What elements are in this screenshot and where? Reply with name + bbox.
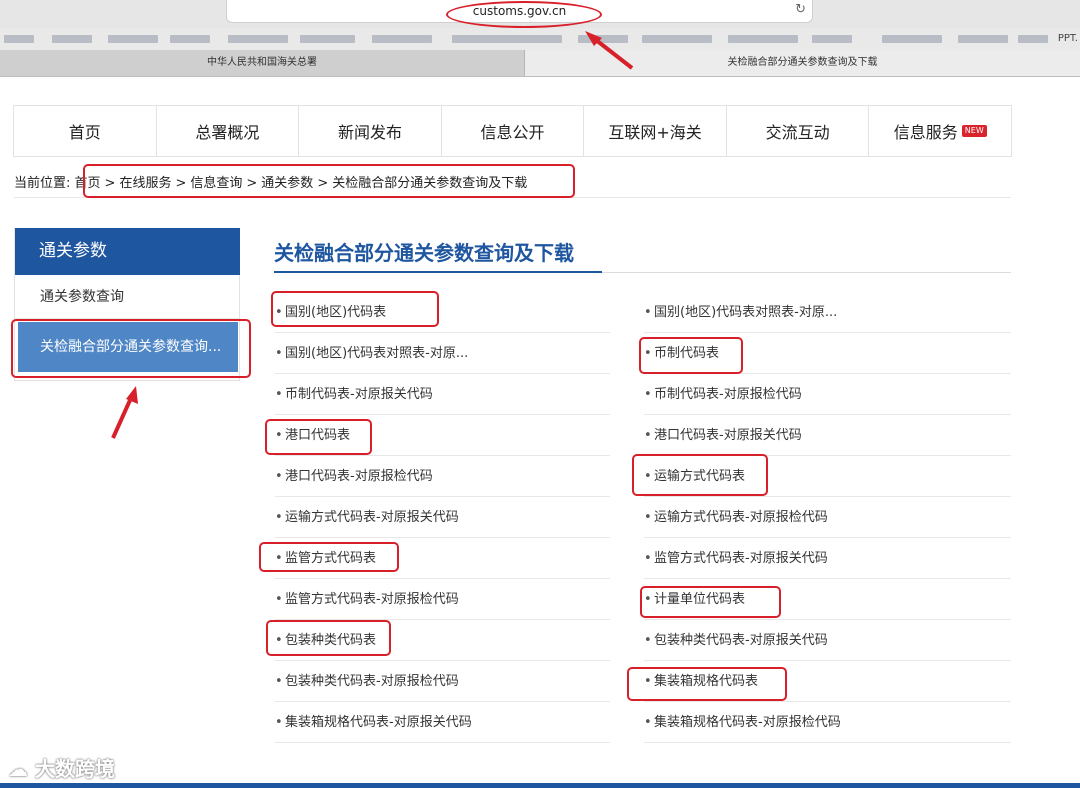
sidebar: 通关参数 通关参数查询 关检融合部分通关参数查询... (14, 228, 240, 381)
blurred-bookmark[interactable] (1018, 35, 1048, 43)
bullet-icon: • (275, 387, 283, 402)
blurred-bookmark[interactable] (882, 35, 942, 43)
blurred-bookmark[interactable] (4, 35, 34, 43)
sidebar-item-merged-param-query[interactable]: 关检融合部分通关参数查询... (18, 322, 238, 372)
breadcrumb-separator: > (175, 176, 187, 191)
list-item[interactable]: • 港口代码表-对原报关代码 (644, 416, 1011, 456)
breadcrumb-current[interactable]: 关检融合部分通关参数查询及下载 (332, 176, 527, 191)
blurred-bookmark[interactable] (108, 35, 158, 43)
reload-icon[interactable]: ↻ (795, 2, 806, 17)
bullet-icon: • (275, 346, 283, 361)
bullet-icon: • (644, 510, 652, 525)
list-item[interactable]: • 运输方式代码表 (644, 457, 1011, 497)
breadcrumb: 当前位置: 首页 > 在线服务 > 信息查询 > 通关参数 > 关检融合部分通关参数查询及下载 (14, 172, 527, 191)
nav-item-interaction[interactable]: 交流互动 (727, 106, 870, 156)
bullet-icon: • (644, 428, 652, 443)
nav-item-internet-customs[interactable]: 互联网+海关 (584, 106, 727, 156)
bullet-icon: • (644, 469, 652, 484)
breadcrumb-online-services[interactable]: 在线服务 (119, 176, 171, 191)
breadcrumb-home[interactable]: 首页 (75, 176, 101, 191)
list-item[interactable]: • 监管方式代码表-对原报关代码 (644, 539, 1011, 579)
nav-item-news[interactable]: 新闻发布 (299, 106, 442, 156)
breadcrumb-separator: > (246, 176, 258, 191)
bullet-icon: • (275, 674, 283, 689)
bullet-icon: • (644, 715, 652, 730)
bookmarks-bar: PPT. (0, 28, 1080, 50)
list-item[interactable]: • 国别(地区)代码表对照表-对原... (644, 293, 1011, 333)
bullet-icon: • (644, 305, 652, 320)
title-accent-bar (274, 271, 602, 273)
list-item[interactable]: • 监管方式代码表-对原报检代码 (275, 580, 610, 620)
breadcrumb-info-query[interactable]: 信息查询 (190, 176, 242, 191)
bullet-icon: • (275, 715, 283, 730)
bookmark-ppt[interactable]: PPT. (1058, 33, 1078, 44)
list-item[interactable]: • 币制代码表 (644, 334, 1011, 374)
blurred-bookmark[interactable] (812, 35, 852, 43)
blurred-bookmark[interactable] (300, 35, 355, 43)
left-list: • 国别(地区)代码表 • 国别(地区)代码表对照表-对原... • 币制代码表-对原… (275, 293, 610, 744)
new-badge: NEW (961, 125, 987, 137)
watermark-logo-icon: ☁ (8, 757, 28, 781)
bullet-icon: • (275, 633, 283, 648)
blurred-bookmark[interactable] (642, 35, 712, 43)
list-item[interactable]: • 监管方式代码表 (275, 539, 610, 579)
bullet-icon: • (275, 428, 283, 443)
blurred-bookmark[interactable] (52, 35, 92, 43)
bullet-icon: • (275, 592, 283, 607)
right-list: • 国别(地区)代码表对照表-对原... • 币制代码表 • 币制代码表-对原报检代码… (644, 293, 1011, 744)
bullet-icon: • (275, 305, 283, 320)
browser-tab-customs-home[interactable]: 中华人民共和国海关总署 (0, 50, 525, 76)
list-item[interactable]: • 计量单位代码表 (644, 580, 1011, 620)
main-nav: 首页 总署概况 新闻发布 信息公开 互联网+海关 交流互动 信息服务 NEW (13, 105, 1012, 157)
list-item[interactable]: • 港口代码表 (275, 416, 610, 456)
breadcrumb-separator: > (104, 176, 116, 191)
url-highlight-ellipse (446, 1, 602, 28)
breadcrumb-clearance-params[interactable]: 通关参数 (261, 176, 313, 191)
bullet-icon: • (644, 633, 652, 648)
sidebar-item-param-query[interactable]: 通关参数查询 (15, 275, 239, 319)
breadcrumb-divider (14, 197, 1011, 198)
nav-item-overview[interactable]: 总署概况 (157, 106, 300, 156)
list-item[interactable]: • 集装箱规格代码表 (644, 662, 1011, 702)
list-item[interactable]: • 港口代码表-对原报检代码 (275, 457, 610, 497)
nav-item-info-services[interactable]: 信息服务 NEW (869, 106, 1011, 156)
nav-item-info-disclosure[interactable]: 信息公开 (442, 106, 585, 156)
list-item[interactable]: • 包装种类代码表 (275, 621, 610, 661)
sidebar-header: 通关参数 (15, 228, 240, 275)
bullet-icon: • (644, 592, 652, 607)
browser-tabs: 中华人民共和国海关总署 关检融合部分通关参数查询及下载 (0, 50, 1080, 77)
list-item[interactable]: • 币制代码表-对原报检代码 (644, 375, 1011, 415)
blurred-bookmark[interactable] (452, 35, 562, 43)
list-item[interactable]: • 集装箱规格代码表-对原报关代码 (275, 703, 610, 743)
arrow-icon (111, 386, 138, 439)
list-item[interactable]: • 包装种类代码表-对原报关代码 (644, 621, 1011, 661)
list-item[interactable]: • 币制代码表-对原报关代码 (275, 375, 610, 415)
list-item[interactable]: • 运输方式代码表-对原报关代码 (275, 498, 610, 538)
bullet-icon: • (275, 469, 283, 484)
browser-tab-current[interactable]: 关检融合部分通关参数查询及下载 (525, 50, 1080, 76)
footer-bar (0, 783, 1080, 788)
blurred-bookmark[interactable] (170, 35, 210, 43)
bullet-icon: • (275, 551, 283, 566)
list-item[interactable]: • 国别(地区)代码表对照表-对原... (275, 334, 610, 374)
breadcrumb-separator: > (317, 176, 329, 191)
list-item[interactable]: • 包装种类代码表-对原报检代码 (275, 662, 610, 702)
nav-item-home[interactable]: 首页 (14, 106, 157, 156)
blurred-bookmark[interactable] (728, 35, 798, 43)
bullet-icon: • (275, 510, 283, 525)
blurred-bookmark[interactable] (228, 35, 288, 43)
list-item[interactable]: • 运输方式代码表-对原报检代码 (644, 498, 1011, 538)
bullet-icon: • (644, 674, 652, 689)
bullet-icon: • (644, 551, 652, 566)
blurred-bookmark[interactable] (958, 35, 1008, 43)
bullet-icon: • (644, 387, 652, 402)
blurred-bookmark[interactable] (578, 35, 628, 43)
bullet-icon: • (644, 346, 652, 361)
watermark: ☁ 大数跨境 (8, 757, 115, 781)
page-title: 关检融合部分通关参数查询及下载 (274, 241, 574, 265)
list-item[interactable]: • 国别(地区)代码表 (275, 293, 610, 333)
list-item[interactable]: • 集装箱规格代码表-对原报检代码 (644, 703, 1011, 743)
breadcrumb-prefix: 当前位置: (14, 176, 71, 191)
blurred-bookmark[interactable] (372, 35, 432, 43)
